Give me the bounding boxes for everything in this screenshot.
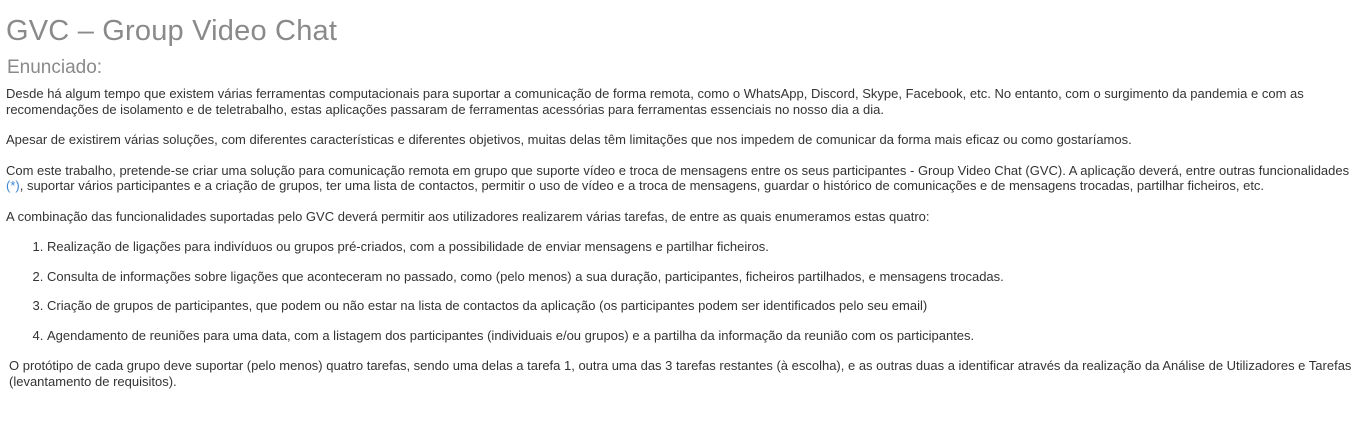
paragraph-objective-text-end: , suportar vários participantes e a cria… [19, 178, 1265, 193]
paragraph-limitations: Apesar de existirem várias soluções, com… [6, 132, 1132, 147]
page-title: GVC – Group Video Chat [6, 15, 338, 47]
document-page: GVC – Group Video Chat Enunciado: Desde … [0, 0, 1364, 389]
paragraph-objective: Com este trabalho, pretende-se criar uma… [6, 163, 1358, 194]
task-list: Realização de ligações para indivíduos o… [6, 239, 1358, 343]
paragraph-tasks-intro: A combinação das funcionalidades suporta… [6, 208, 930, 224]
task-item-3: Criação de grupos de participantes, que … [47, 298, 1358, 314]
paragraph-objective-text-start: Com este trabalho, pretende-se criar uma… [6, 162, 1350, 178]
task-item-1: Realização de ligações para indivíduos o… [47, 239, 1358, 255]
task-item-2: Consulta de informações sobre ligações q… [47, 269, 1358, 285]
section-heading-enunciado: Enunciado: [7, 57, 103, 78]
task-item-4: Agendamento de reuniões para uma data, c… [47, 328, 1358, 344]
footnote-link[interactable]: (*) [6, 178, 20, 193]
paragraph-intro: Desde há algum tempo que existem várias … [6, 86, 1304, 117]
paragraph-prototype: O protótipo de cada grupo deve suportar … [9, 358, 1352, 389]
